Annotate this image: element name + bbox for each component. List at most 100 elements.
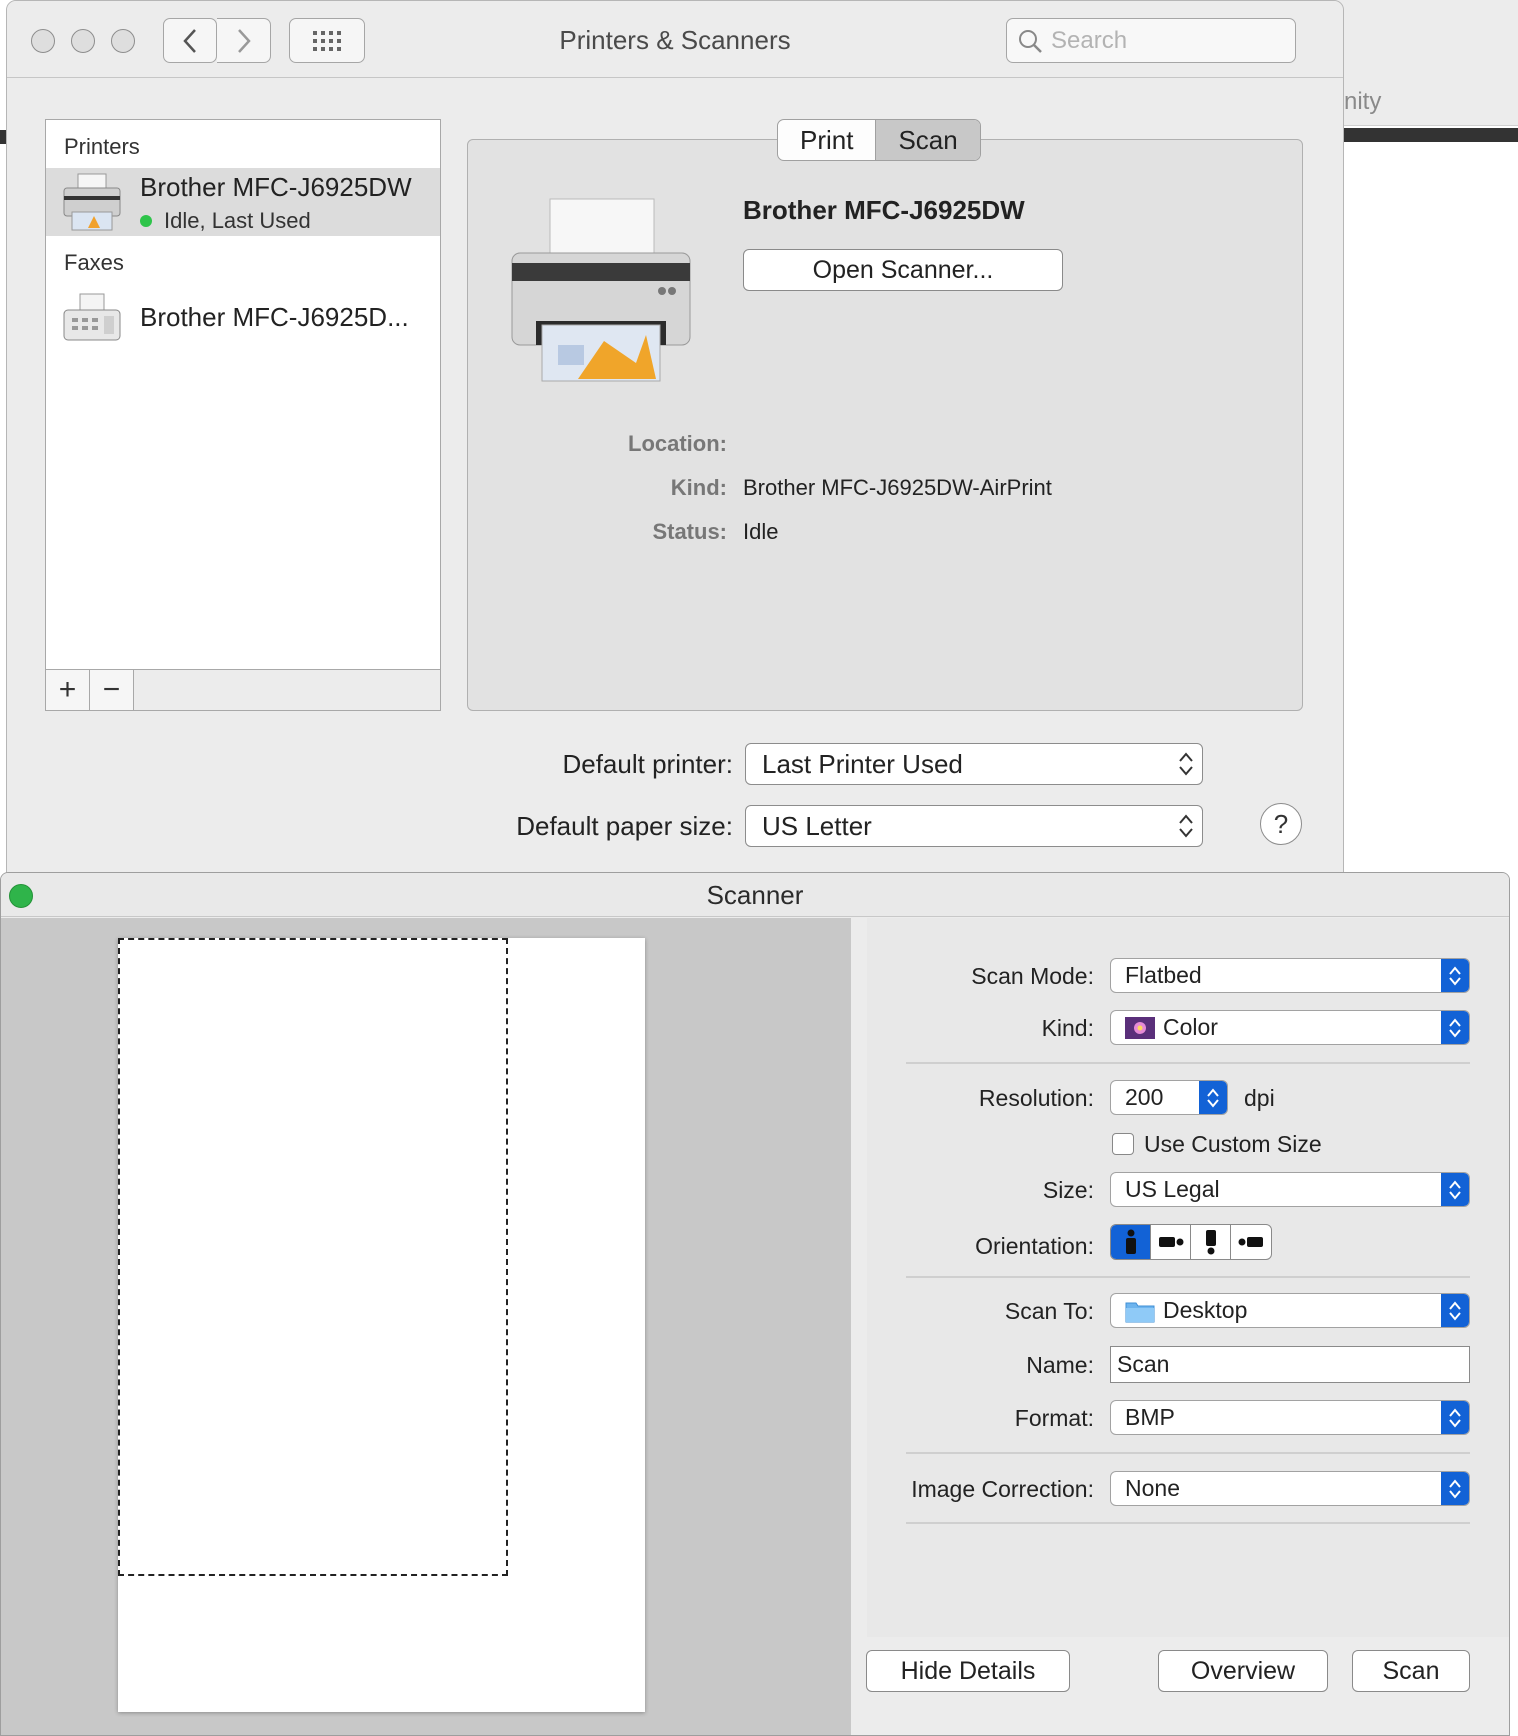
scan-to-value: Desktop	[1163, 1297, 1248, 1323]
size-value: US Legal	[1125, 1176, 1220, 1202]
scan-name-input[interactable]	[1111, 1347, 1469, 1382]
kind-option: Color	[1111, 1014, 1441, 1041]
scan-button[interactable]: Scan	[1352, 1650, 1470, 1692]
scan-to-option: Desktop	[1111, 1297, 1441, 1324]
default-paper-size-value: US Letter	[762, 810, 872, 841]
remove-printer-button[interactable]: −	[90, 670, 134, 710]
location-label: Location:	[628, 431, 727, 456]
up-down-arrows-icon	[1441, 1173, 1469, 1206]
status-dot-icon	[140, 215, 152, 227]
close-window-button[interactable]	[31, 29, 55, 53]
printer-list-toolbar: + −	[45, 669, 441, 711]
separator	[906, 1522, 1470, 1524]
zoom-window-button[interactable]	[111, 29, 135, 53]
up-down-arrows-icon	[1441, 1294, 1469, 1327]
color-flower-icon	[1125, 1016, 1155, 1039]
person-left-icon	[1158, 1237, 1183, 1247]
printer-status: Idle, Last Used	[140, 208, 311, 234]
grid-icon	[313, 30, 341, 51]
scan-mode-popup[interactable]: Flatbed	[1110, 958, 1470, 993]
status-value: Idle	[743, 519, 779, 544]
orientation-right-button[interactable]	[1231, 1225, 1271, 1259]
custom-size-label: Use Custom Size	[1144, 1131, 1322, 1157]
minimize-window-button[interactable]	[71, 29, 95, 53]
printer-name: Brother MFC-J6925DW	[140, 172, 412, 202]
background-window-strip	[1330, 128, 1518, 142]
back-button[interactable]	[163, 18, 217, 63]
kind-value: Brother MFC-J6925DW-AirPrint	[743, 475, 1052, 500]
folder-icon	[1125, 1302, 1155, 1322]
image-correction-popup[interactable]: None	[1110, 1471, 1470, 1506]
resolution-stepper[interactable]: 200	[1110, 1080, 1228, 1115]
scan-selection-marquee[interactable]	[118, 938, 508, 1576]
orientation-left-button[interactable]	[1151, 1225, 1191, 1259]
name-label: Name:	[1026, 1352, 1094, 1378]
printer-status-text: Idle, Last Used	[164, 208, 311, 233]
orientation-segmented-control	[1110, 1224, 1272, 1260]
chevron-right-icon	[237, 28, 251, 53]
background-window: nity	[1330, 0, 1518, 880]
kind-label: Kind:	[1041, 1015, 1094, 1041]
tab-scan[interactable]: Scan	[875, 120, 980, 160]
kind-popup[interactable]: Color	[1110, 1010, 1470, 1045]
print-scan-segmented-control: Print Scan	[777, 119, 981, 161]
device-name: Brother MFC-J6925DW	[743, 195, 1025, 225]
format-popup[interactable]: BMP	[1110, 1400, 1470, 1435]
search-input[interactable]	[1051, 26, 1271, 55]
custom-size-checkbox[interactable]	[1112, 1133, 1134, 1155]
up-down-arrows-icon	[1179, 814, 1193, 838]
up-down-arrows-icon	[1441, 1401, 1469, 1434]
fax-icon	[63, 293, 121, 341]
printer-list: Printers Brother MFC-J6925DW Idle, Last …	[45, 119, 441, 671]
size-label: Size:	[1042, 1177, 1094, 1203]
hide-details-button[interactable]: Hide Details	[866, 1650, 1070, 1692]
up-down-arrows-icon	[1441, 1011, 1469, 1044]
printer-list-item[interactable]: Brother MFC-J6925DW Idle, Last Used	[46, 168, 440, 236]
printer-icon	[63, 173, 121, 231]
scanner-window-title: Scanner	[1, 873, 1509, 917]
scan-mode-label: Scan Mode:	[971, 963, 1094, 989]
default-paper-size-popup[interactable]: US Letter	[745, 805, 1203, 847]
forward-button[interactable]	[217, 18, 271, 63]
status-label: Status:	[652, 519, 727, 544]
scan-name-field[interactable]	[1110, 1346, 1470, 1383]
up-down-arrows-icon	[1441, 959, 1469, 992]
faxes-section-header: Faxes	[64, 250, 124, 275]
scan-to-label: Scan To:	[1004, 1298, 1094, 1324]
open-scanner-button[interactable]: Open Scanner...	[743, 249, 1063, 291]
chevron-left-icon	[183, 28, 196, 53]
default-printer-popup[interactable]: Last Printer Used	[745, 743, 1203, 785]
resolution-value: 200	[1125, 1084, 1164, 1110]
printer-large-icon	[511, 198, 691, 382]
printers-scanners-window: Printers & Scanners Printers Brother MFC…	[6, 0, 1344, 880]
help-button[interactable]: ?	[1260, 803, 1302, 845]
add-printer-button[interactable]: +	[46, 670, 90, 710]
image-correction-label: Image Correction:	[911, 1476, 1094, 1502]
person-inverted-icon	[1205, 1230, 1216, 1255]
scan-to-popup[interactable]: Desktop	[1110, 1293, 1470, 1328]
orientation-label: Orientation:	[975, 1233, 1094, 1259]
background-window-title-fragment: nity	[1344, 88, 1382, 115]
background-window-toolbar: nity	[1330, 0, 1518, 126]
overview-button[interactable]: Overview	[1158, 1650, 1328, 1692]
zoom-window-button[interactable]	[9, 884, 33, 908]
show-all-button[interactable]	[289, 18, 365, 63]
orientation-upright-button[interactable]	[1111, 1225, 1151, 1259]
kind-value: Color	[1163, 1014, 1218, 1040]
up-down-arrows-icon	[1179, 752, 1193, 776]
fax-list-item[interactable]: Brother MFC-J6925D...	[46, 286, 440, 354]
format-value: BMP	[1125, 1404, 1175, 1430]
format-label: Format:	[1014, 1405, 1094, 1431]
separator	[906, 1276, 1470, 1278]
tab-print[interactable]: Print	[778, 120, 875, 160]
image-correction-value: None	[1125, 1475, 1180, 1501]
default-paper-size-label: Default paper size:	[516, 811, 733, 841]
up-down-arrows-icon	[1199, 1081, 1227, 1114]
resolution-unit: dpi	[1244, 1085, 1275, 1111]
default-printer-value: Last Printer Used	[762, 748, 963, 779]
up-down-arrows-icon	[1441, 1472, 1469, 1505]
size-popup[interactable]: US Legal	[1110, 1172, 1470, 1207]
search-field[interactable]	[1006, 18, 1296, 63]
orientation-inverted-button[interactable]	[1191, 1225, 1231, 1259]
printers-section-header: Printers	[64, 134, 140, 159]
